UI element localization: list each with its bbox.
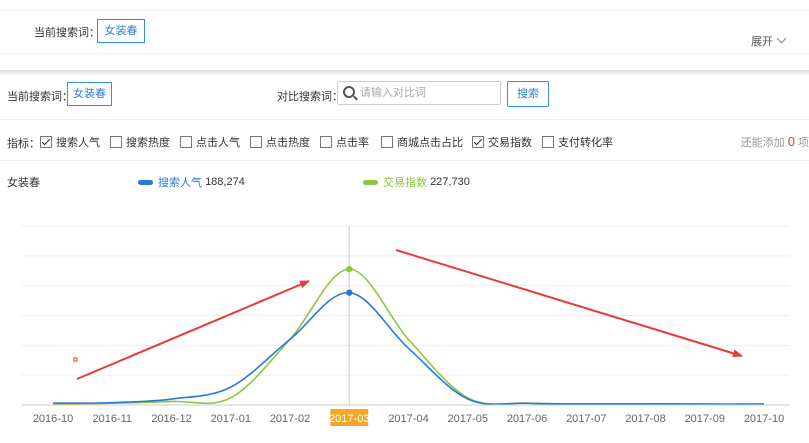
x-tick-label: 2016-11: [92, 413, 132, 425]
search-button[interactable]: 搜索: [507, 81, 549, 107]
compare-keyword-input-box[interactable]: [337, 81, 501, 105]
metric-trade-index[interactable]: 交易指数: [472, 134, 532, 150]
metric-click-popularity[interactable]: 点击人气: [180, 134, 240, 150]
metric-label: 点击率: [336, 137, 369, 149]
trend-chart[interactable]: 2016-10 2016-11 2016-12 2017-01 2017-02 2017-…: [0, 200, 809, 443]
x-tick-label: 2017-09: [685, 413, 725, 425]
metric-search-heat[interactable]: 搜索热度: [110, 134, 170, 150]
x-tick-label: 2017-05: [448, 413, 488, 425]
series-point-trade-index: [346, 265, 353, 273]
legend-keyword: 女装春: [7, 177, 40, 189]
metric-pay-conversion[interactable]: 支付转化率: [542, 134, 613, 150]
checkbox-icon[interactable]: [180, 136, 192, 148]
expand-button[interactable]: 展开: [751, 33, 787, 49]
legend-series-value: 227,730: [430, 176, 470, 188]
x-tick-label: 2017-02: [270, 413, 310, 425]
top-keyword-tag[interactable]: 女装春: [97, 19, 145, 43]
metric-click-rate[interactable]: 点击率: [320, 134, 369, 150]
x-tick-label: 2017-08: [625, 413, 665, 425]
small-marker: [73, 357, 78, 362]
series-point-search-popularity: [346, 289, 353, 296]
remaining-count: 还能添加 0 项: [741, 134, 809, 150]
metric-label: 支付转化率: [558, 137, 613, 149]
remain-suffix: 项: [798, 137, 809, 149]
metric-label: 点击热度: [266, 137, 310, 149]
checkbox-icon[interactable]: [381, 136, 393, 148]
x-tick-label: 2017-04: [388, 413, 428, 425]
checkbox-icon[interactable]: [110, 136, 122, 148]
top-current-keyword-label: 当前搜索词：: [34, 27, 100, 39]
divider: [0, 160, 809, 161]
checkbox-checked-icon[interactable]: [40, 136, 52, 148]
checkbox-icon[interactable]: [320, 136, 332, 148]
arrow-up-annotation: [76, 280, 310, 380]
search-icon: [343, 86, 355, 98]
x-tick-label: 2017-01: [211, 413, 251, 425]
metric-label: 商城点击占比: [397, 137, 463, 149]
legend-series-value: 188,274: [205, 176, 245, 188]
current-keyword-tag[interactable]: 女装春: [67, 82, 112, 106]
metric-label: 交易指数: [488, 137, 532, 149]
current-keyword-label: 当前搜索词：: [7, 91, 73, 103]
divider: [0, 119, 809, 120]
top-search-bar-inner: 当前搜索词： 女装春 展开: [0, 10, 809, 54]
metric-click-heat[interactable]: 点击热度: [250, 134, 310, 150]
x-tick-label: 2017-06: [507, 413, 547, 425]
metric-label: 搜索热度: [126, 137, 170, 149]
x-tick-label: 2017-07: [566, 413, 606, 425]
legend-swatch: [138, 179, 153, 185]
section-shadow: [0, 70, 809, 76]
metric-label: 搜索人气: [56, 137, 100, 149]
top-search-bar: 当前搜索词： 女装春 展开: [0, 0, 809, 70]
checkbox-checked-icon[interactable]: [472, 136, 484, 148]
arrow-down-annotation: [395, 249, 743, 358]
x-tick-label: 2016-10: [33, 413, 73, 425]
remain-number: 0: [787, 134, 795, 149]
x-tick-label: 2016-12: [151, 413, 191, 425]
x-tick-label: 2017-10: [744, 413, 784, 425]
compare-keyword-label: 对比搜索词：: [277, 91, 343, 103]
legend-series-name: 搜索人气: [158, 177, 202, 189]
legend-swatch: [363, 179, 378, 185]
checkbox-icon[interactable]: [250, 136, 262, 148]
compare-keyword-input[interactable]: [358, 84, 497, 102]
metrics-label: 指标：: [7, 138, 40, 150]
remain-prefix: 还能添加: [740, 137, 785, 149]
series-line-search-popularity: [52, 291, 765, 406]
expand-label: 展开: [751, 36, 773, 48]
chevron-down-icon: [776, 33, 787, 44]
legend-trade-index[interactable]: 交易指数 227,730: [363, 174, 470, 190]
metric-mall-click-ratio[interactable]: 商城点击占比: [381, 134, 463, 150]
legend-search-popularity[interactable]: 搜索人气 188,274: [138, 174, 245, 190]
metric-search-popularity[interactable]: 搜索人气: [40, 134, 100, 150]
series-line-trade-index: [52, 268, 765, 405]
x-tick-label: 2017-03: [329, 413, 369, 425]
metric-label: 点击人气: [196, 137, 240, 149]
legend-series-name: 交易指数: [383, 177, 427, 189]
checkbox-icon[interactable]: [542, 136, 554, 148]
